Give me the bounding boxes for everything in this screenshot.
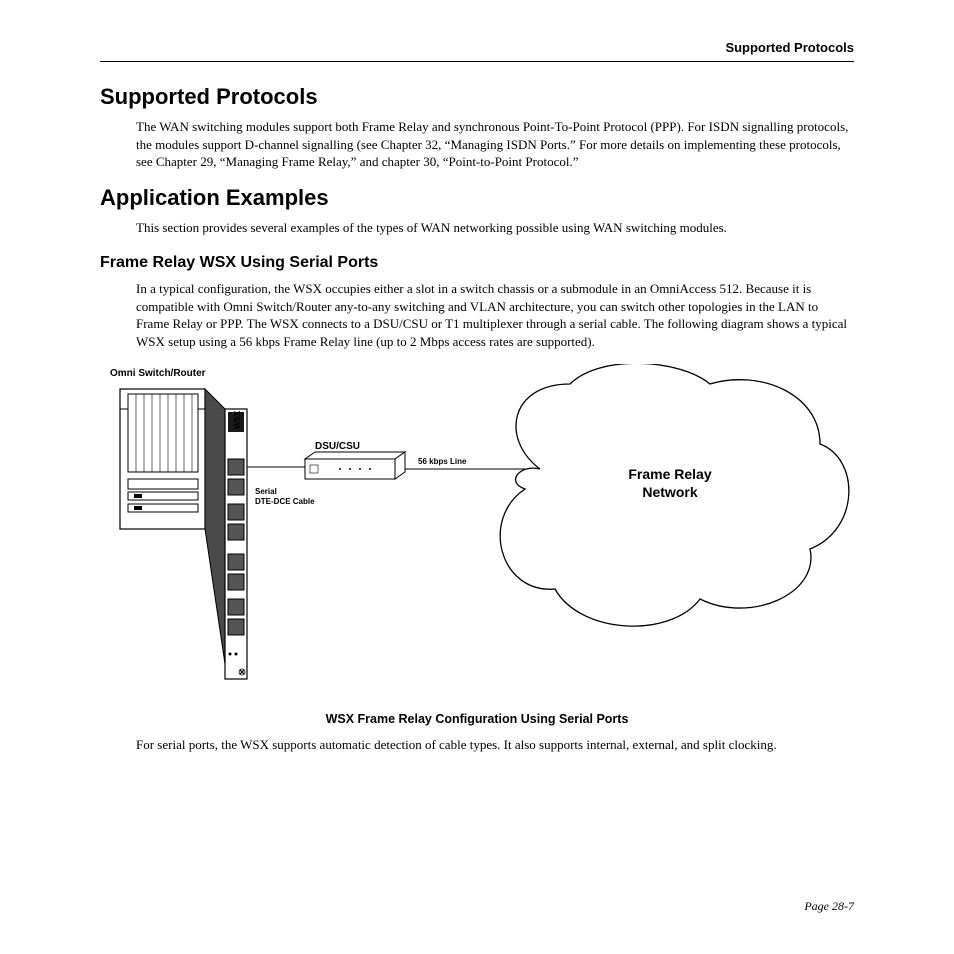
supported-protocols-paragraph: The WAN switching modules support both F… <box>136 118 854 171</box>
label-omni-switch: Omni Switch/Router <box>110 368 206 379</box>
frame-relay-cloud-icon: Frame Relay Network <box>500 364 849 626</box>
label-wsx-module: WSX <box>233 410 242 429</box>
label-cloud-line2: Network <box>642 484 697 500</box>
label-cloud-line1: Frame Relay <box>628 466 711 482</box>
omni-switch-icon <box>120 389 225 664</box>
page-header-title: Supported Protocols <box>100 40 854 62</box>
wsx-module-icon: WSX <box>225 409 247 679</box>
label-serial-cable-1: Serial <box>255 487 277 496</box>
label-serial-cable-2: DTE-DCE Cable <box>255 497 315 506</box>
diagram-caption: WSX Frame Relay Configuration Using Seri… <box>100 712 854 726</box>
subheading-frame-relay-wsx: Frame Relay WSX Using Serial Ports <box>100 254 854 272</box>
dsu-csu-icon: DSU/CSU <box>305 441 405 479</box>
frame-relay-paragraph: In a typical configuration, the WSX occu… <box>136 280 854 350</box>
label-56kbps: 56 kbps Line <box>418 457 467 466</box>
heading-supported-protocols: Supported Protocols <box>100 84 854 110</box>
application-examples-intro: This section provides several examples o… <box>136 219 854 237</box>
label-dsu-csu: DSU/CSU <box>315 441 360 452</box>
network-diagram: Omni Switch/Router <box>100 364 854 704</box>
page-number: Page 28-7 <box>804 899 854 914</box>
heading-application-examples: Application Examples <box>100 185 854 211</box>
document-page: Supported Protocols Supported Protocols … <box>0 0 954 954</box>
after-diagram-paragraph: For serial ports, the WSX supports autom… <box>136 736 854 754</box>
diagram-svg: Omni Switch/Router <box>100 364 860 704</box>
